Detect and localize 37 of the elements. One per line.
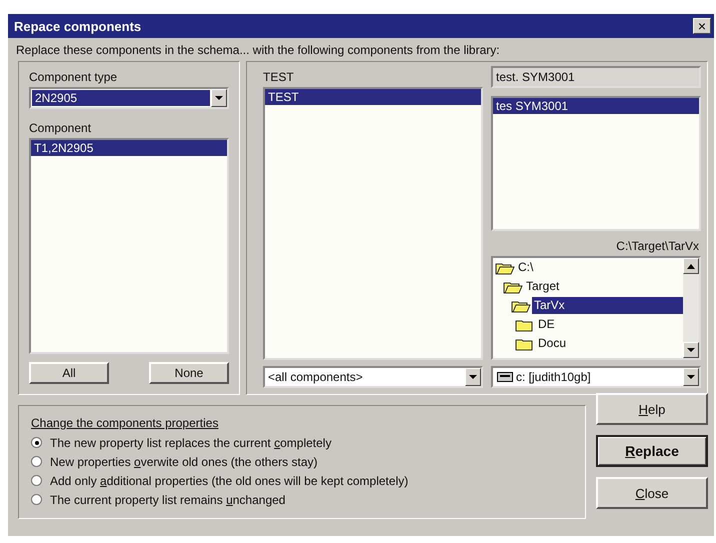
folder-item[interactable]: TarVx: [532, 297, 683, 314]
folder-item[interactable]: DE: [536, 316, 683, 333]
folder-item[interactable]: C:\: [516, 259, 683, 276]
option-label[interactable]: The current property list remains unchanged: [50, 492, 286, 506]
component-type-dropdown[interactable]: 2N2905: [29, 87, 229, 109]
filter-dropdown[interactable]: <all components>: [263, 366, 483, 388]
action-button[interactable]: Close: [596, 477, 708, 509]
window-title: Repace components: [14, 18, 142, 34]
option-label[interactable]: The new property list replaces the current completely: [50, 436, 332, 450]
path-label: C:\Target\TarVx: [615, 239, 699, 253]
component-label: Component: [29, 121, 92, 135]
scroll-down-icon[interactable]: [683, 342, 699, 358]
action-button[interactable]: Help: [596, 393, 708, 425]
list-item[interactable]: T1,2N2905: [31, 140, 227, 156]
symbol-field[interactable]: test. SYM3001: [491, 66, 701, 88]
action-button[interactable]: Replace: [596, 435, 708, 467]
drive-icon: [497, 372, 513, 382]
close-button[interactable]: ×: [693, 18, 711, 34]
folder-item[interactable]: Docu: [536, 335, 683, 352]
instruction-text: Replace these components in the schema... with the following components from the library:: [15, 42, 501, 59]
scrollbar[interactable]: [683, 258, 699, 358]
scroll-up-icon[interactable]: [683, 258, 699, 274]
option-label[interactable]: New properties overwite old ones (the others stay): [50, 454, 318, 468]
list-item[interactable]: TEST: [265, 89, 481, 105]
radio-button[interactable]: [31, 456, 42, 467]
library-label: TEST: [263, 70, 295, 84]
select-button[interactable]: All: [29, 362, 109, 384]
list-item[interactable]: tes SYM3001: [493, 98, 699, 114]
radio-button[interactable]: [31, 475, 42, 486]
folder-item[interactable]: Target: [524, 278, 683, 295]
radio-button[interactable]: [31, 437, 42, 448]
properties-title: Change the components properties: [31, 416, 220, 430]
drive-dropdown[interactable]: c: [judith10gb]: [491, 366, 701, 388]
component-type-label: Component type: [29, 70, 118, 84]
option-label[interactable]: Add only additional properties (the old ones will be kept completely): [50, 474, 408, 488]
select-button[interactable]: None: [149, 362, 229, 384]
radio-button[interactable]: [31, 494, 42, 505]
